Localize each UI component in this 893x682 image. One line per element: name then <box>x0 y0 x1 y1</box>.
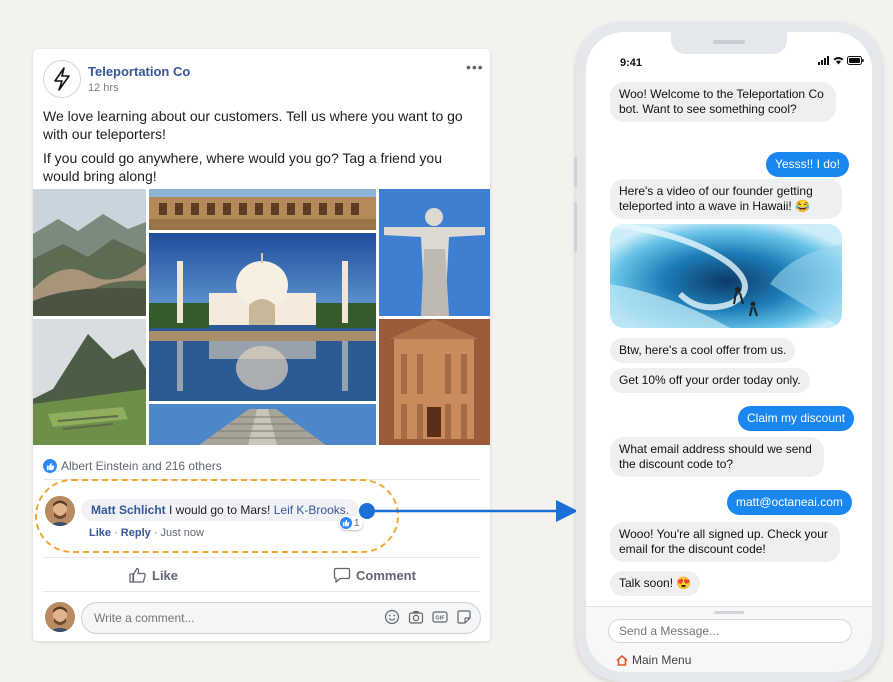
bot-message: Here's a video of our founder getting te… <box>610 179 842 219</box>
bot-message: Btw, here's a cool offer from us. <box>610 338 796 363</box>
main-menu-button[interactable]: Main Menu <box>616 653 691 667</box>
user-message: Yesss!! I do! <box>766 152 849 177</box>
message-composer: Main Menu <box>586 606 872 672</box>
status-bar-time: 9:41 <box>620 57 643 69</box>
phone-side-button <box>574 157 577 187</box>
phone-notch <box>671 32 787 54</box>
home-icon <box>616 654 628 666</box>
phone-mockup: 9:41 Woo! Welcome to the Teleportation C… <box>574 22 882 682</box>
wifi-icon <box>833 57 844 65</box>
composer-drag-handle[interactable] <box>714 611 744 614</box>
battery-icon <box>847 56 864 65</box>
user-message: matt@octaneai.com <box>727 490 852 515</box>
bot-message: Wooo! You're all signed up. Check your e… <box>610 522 840 562</box>
send-message-input[interactable] <box>608 619 852 643</box>
bot-message: Get 10% off your order today only. <box>610 368 810 393</box>
main-menu-label: Main Menu <box>632 653 692 667</box>
bot-message: Woo! Welcome to the Teleportation Co bot… <box>610 82 836 122</box>
bot-message: What email address should we send the di… <box>610 437 824 477</box>
user-message: Claim my discount <box>738 406 855 431</box>
wave-video-thumbnail[interactable] <box>610 224 842 328</box>
bot-message: Talk soon! 😍 <box>610 571 701 596</box>
messenger-screen: 9:41 Woo! Welcome to the Teleportation C… <box>586 32 872 672</box>
status-bar-icons <box>818 56 864 65</box>
signal-icon <box>818 56 829 65</box>
phone-side-button <box>574 202 577 252</box>
